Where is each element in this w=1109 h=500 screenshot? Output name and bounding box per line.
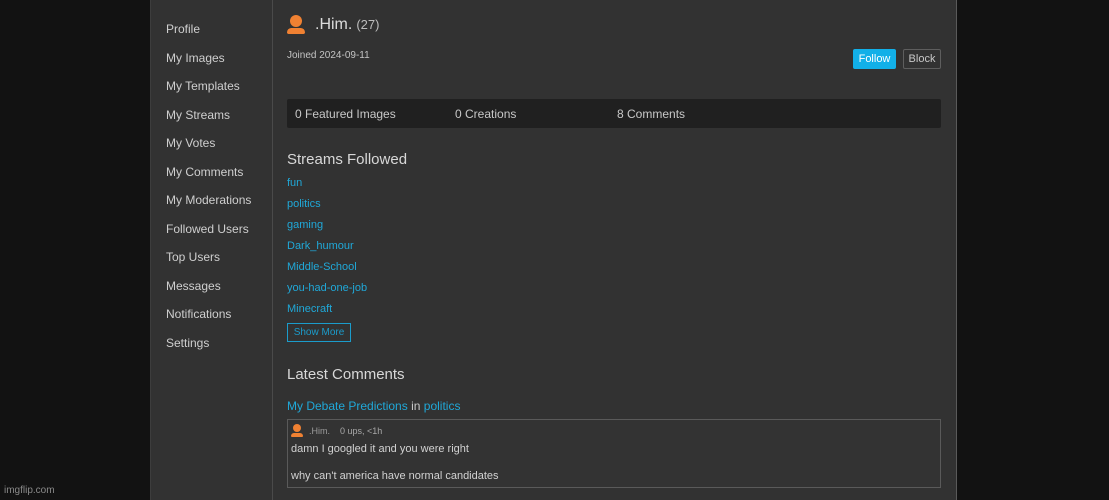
sidebar-item-followed-users[interactable]: Followed Users (166, 222, 249, 236)
sidebar-item-top-users[interactable]: Top Users (166, 250, 220, 264)
stream-link-fun[interactable]: fun (287, 177, 302, 189)
stream-link-politics[interactable]: politics (287, 198, 321, 210)
stream-link-you-had-one-job[interactable]: you-had-one-job (287, 282, 367, 294)
stat-creations[interactable]: 0 Creations (455, 107, 516, 121)
sidebar-item-my-comments[interactable]: My Comments (166, 165, 243, 179)
sidebar-item-my-templates[interactable]: My Templates (166, 79, 240, 93)
page-container: Profile My Images My Templates My Stream… (150, 0, 957, 500)
comment-avatar-icon (291, 424, 303, 437)
comment-card: .Him. 0 ups, <1h damn I googled it and y… (287, 419, 941, 488)
stream-link-minecraft[interactable]: Minecraft (287, 303, 332, 315)
latest-comments-heading: Latest Comments (287, 366, 405, 383)
stream-link-gaming[interactable]: gaming (287, 219, 323, 231)
comment-meta: .Him. 0 ups, <1h (291, 424, 382, 437)
user-avatar-icon (287, 15, 305, 34)
sidebar: Profile My Images My Templates My Stream… (151, 0, 273, 500)
block-button[interactable]: Block (903, 49, 941, 69)
comment-author[interactable]: .Him. (309, 426, 330, 436)
comment-ups-time: 0 ups, <1h (340, 425, 383, 436)
imgflip-watermark: imgflip.com (4, 485, 55, 496)
show-more-button[interactable]: Show More (287, 323, 351, 342)
sidebar-item-settings[interactable]: Settings (166, 336, 209, 350)
profile-username: .Him. (315, 15, 353, 33)
stat-featured-images[interactable]: 0 Featured Images (295, 107, 396, 121)
follow-button[interactable]: Follow (853, 49, 896, 69)
sidebar-item-notifications[interactable]: Notifications (166, 307, 231, 321)
sidebar-item-my-streams[interactable]: My Streams (166, 108, 230, 122)
comment-post-link[interactable]: My Debate Predictions (287, 399, 408, 413)
sidebar-item-messages[interactable]: Messages (166, 279, 221, 293)
profile-points: (27) (356, 17, 380, 32)
stat-comments[interactable]: 8 Comments (617, 107, 685, 121)
comment-in-label: in (411, 399, 421, 413)
profile-header: .Him. (27) (287, 15, 379, 34)
comment-stream-link[interactable]: politics (424, 399, 461, 413)
profile-main: .Him. (27) Joined 2024-09-11 Follow Bloc… (287, 0, 941, 500)
comment-text-line-1: damn I googled it and you were right (291, 443, 469, 455)
streams-followed-heading: Streams Followed (287, 151, 408, 168)
sidebar-item-profile[interactable]: Profile (166, 22, 200, 36)
stats-bar: 0 Featured Images 0 Creations 8 Comments (287, 99, 941, 128)
sidebar-item-my-votes[interactable]: My Votes (166, 136, 215, 150)
stream-link-dark-humour[interactable]: Dark_humour (287, 240, 354, 252)
sidebar-item-my-moderations[interactable]: My Moderations (166, 193, 251, 207)
sidebar-item-my-images[interactable]: My Images (166, 51, 225, 65)
joined-date: Joined 2024-09-11 (287, 50, 370, 61)
comment-context: My Debate Predictions in politics (287, 399, 460, 413)
stream-link-middle-school[interactable]: Middle-School (287, 261, 357, 273)
comment-text-line-2: why can't america have normal candidates (291, 470, 499, 482)
